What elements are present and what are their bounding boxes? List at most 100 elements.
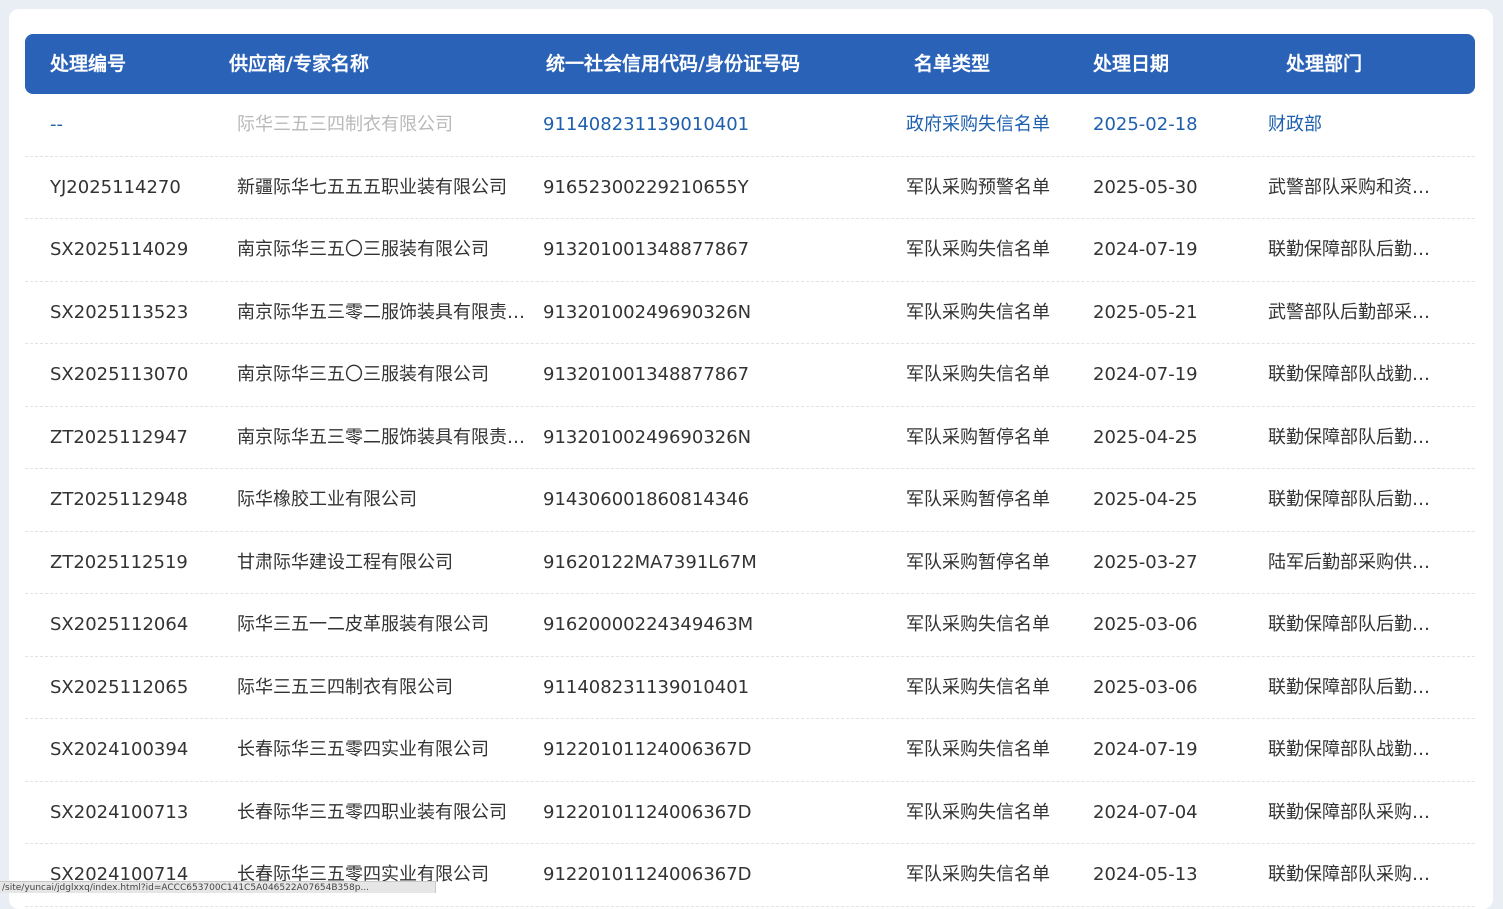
cell-date[interactable]: 2025-05-30 xyxy=(1093,157,1233,219)
table-row[interactable]: YJ2025114270 新疆际华七五五五职业装有限公司 9165230022921… xyxy=(25,157,1475,219)
cell-list-type[interactable]: 军队采购失信名单 xyxy=(906,219,1076,281)
cell-supplier-name[interactable]: 长春际华三五零四实业有限公司 xyxy=(237,844,533,906)
cell-department[interactable]: 联勤保障部队后勤部... xyxy=(1268,469,1444,531)
cell-case-number[interactable]: ZT2025112948 xyxy=(50,469,230,531)
cell-list-type[interactable]: 军队采购预警名单 xyxy=(906,157,1076,219)
cell-list-type[interactable]: 政府采购失信名单 xyxy=(906,94,1076,156)
cell-credit-code[interactable]: 911408231139010401 xyxy=(543,657,883,719)
cell-case-number[interactable]: -- xyxy=(50,94,230,156)
cell-case-number[interactable]: ZT2025112947 xyxy=(50,407,230,469)
status-bar-url: /site/yuncai/jdglxxq/index.html?id=ACCC6… xyxy=(0,881,436,893)
cell-case-number[interactable]: SX2025112065 xyxy=(50,657,230,719)
cell-date[interactable]: 2025-03-27 xyxy=(1093,532,1233,594)
table-row[interactable]: SX2025112064 际华三五一二皮革服装有限公司 91620000224349… xyxy=(25,594,1475,657)
cell-date[interactable]: 2025-04-25 xyxy=(1093,469,1233,531)
cell-list-type[interactable]: 军队采购暂停名单 xyxy=(906,407,1076,469)
header-credit-code: 统一社会信用代码/身份证号码 xyxy=(546,53,800,75)
cell-credit-code[interactable]: 91652300229210655Y xyxy=(543,157,883,219)
cell-list-type[interactable]: 军队采购失信名单 xyxy=(906,782,1076,844)
cell-department[interactable]: 联勤保障部队采购计... xyxy=(1268,782,1444,844)
cell-supplier-name[interactable]: 际华三五一二皮革服装有限公司 xyxy=(237,594,533,656)
cell-credit-code[interactable]: 91220101124006367D xyxy=(543,782,883,844)
cell-list-type[interactable]: 军队采购暂停名单 xyxy=(906,532,1076,594)
table-body: -- 际华三五三四制衣有限公司 911408231139010401 政府采购失信名单… xyxy=(25,94,1475,907)
cell-supplier-name[interactable]: 际华三五三四制衣有限公司 xyxy=(237,657,533,719)
table-row[interactable]: SX2025112065 际华三五三四制衣有限公司 9114082311390104… xyxy=(25,657,1475,719)
cell-credit-code[interactable]: 911408231139010401 xyxy=(543,94,883,156)
cell-date[interactable]: 2025-04-25 xyxy=(1093,407,1233,469)
header-list-type: 名单类型 xyxy=(914,53,991,75)
cell-case-number[interactable]: SX2024100394 xyxy=(50,719,230,781)
cell-supplier-name[interactable]: 长春际华三五零四职业装有限公司 xyxy=(237,782,533,844)
cell-list-type[interactable]: 军队采购失信名单 xyxy=(906,282,1076,344)
cell-date[interactable]: 2025-03-06 xyxy=(1093,657,1233,719)
cell-case-number[interactable]: SX2024100714 xyxy=(50,844,230,906)
cell-date[interactable]: 2024-07-19 xyxy=(1093,219,1233,281)
cell-date[interactable]: 2025-02-18 xyxy=(1093,94,1233,156)
cell-supplier-name[interactable]: 际华三五三四制衣有限公司 xyxy=(237,94,533,156)
table-row[interactable]: -- 际华三五三四制衣有限公司 911408231139010401 政府采购失信名单… xyxy=(25,94,1475,157)
cell-date[interactable]: 2024-07-19 xyxy=(1093,344,1233,406)
cell-list-type[interactable]: 军队采购失信名单 xyxy=(906,657,1076,719)
cell-supplier-name[interactable]: 南京际华三五〇三服装有限公司 xyxy=(237,344,533,406)
cell-credit-code[interactable]: 913201001348877867 xyxy=(543,344,883,406)
cell-case-number[interactable]: ZT2025112519 xyxy=(50,532,230,594)
cell-list-type[interactable]: 军队采购失信名单 xyxy=(906,344,1076,406)
header-case-number: 处理编号 xyxy=(50,53,127,75)
cell-department[interactable]: 联勤保障部队后勤部... xyxy=(1268,407,1444,469)
table-row[interactable]: SX2024100713 长春际华三五零四职业装有限公司 9122010112400… xyxy=(25,782,1475,844)
table-row[interactable]: SX2025113070 南京际华三五〇三服装有限公司 91320100134887… xyxy=(25,344,1475,407)
cell-supplier-name[interactable]: 际华橡胶工业有限公司 xyxy=(237,469,533,531)
cell-case-number[interactable]: SX2025112064 xyxy=(50,594,230,656)
header-department: 处理部门 xyxy=(1286,53,1363,75)
cell-supplier-name[interactable]: 南京际华五三零二服饰装具有限责任... xyxy=(237,407,533,469)
cell-department[interactable]: 财政部 xyxy=(1268,94,1444,156)
cell-case-number[interactable]: SX2025113070 xyxy=(50,344,230,406)
cell-supplier-name[interactable]: 长春际华三五零四实业有限公司 xyxy=(237,719,533,781)
cell-date[interactable]: 2025-05-21 xyxy=(1093,282,1233,344)
cell-department[interactable]: 联勤保障部队后勤部... xyxy=(1268,594,1444,656)
cell-credit-code[interactable]: 91220101124006367D xyxy=(543,844,883,906)
cell-list-type[interactable]: 军队采购失信名单 xyxy=(906,594,1076,656)
cell-case-number[interactable]: YJ2025114270 xyxy=(50,157,230,219)
cell-department[interactable]: 武警部队后勤部采购... xyxy=(1268,282,1444,344)
cell-supplier-name[interactable]: 新疆际华七五五五职业装有限公司 xyxy=(237,157,533,219)
table-row[interactable]: SX2024100714 长春际华三五零四实业有限公司 91220101124006… xyxy=(25,844,1475,907)
cell-department[interactable]: 武警部队采购和资产... xyxy=(1268,157,1444,219)
table-header: 处理编号 供应商/专家名称 统一社会信用代码/身份证号码 名单类型 处理日期 处… xyxy=(25,34,1475,94)
cell-list-type[interactable]: 军队采购失信名单 xyxy=(906,844,1076,906)
cell-credit-code[interactable]: 91320100249690326N xyxy=(543,282,883,344)
cell-department[interactable]: 陆军后勤部采购供应局 xyxy=(1268,532,1444,594)
cell-supplier-name[interactable]: 南京际华五三零二服饰装具有限责任... xyxy=(237,282,533,344)
table-row[interactable]: ZT2025112519 甘肃际华建设工程有限公司 91620122MA7391L6… xyxy=(25,532,1475,594)
cell-date[interactable]: 2024-05-13 xyxy=(1093,844,1233,906)
cell-date[interactable]: 2024-07-19 xyxy=(1093,719,1233,781)
table-row[interactable]: SX2025114029 南京际华三五〇三服装有限公司 91320100134887… xyxy=(25,219,1475,282)
cell-list-type[interactable]: 军队采购暂停名单 xyxy=(906,469,1076,531)
cell-case-number[interactable]: SX2025113523 xyxy=(50,282,230,344)
table-row[interactable]: SX2025113523 南京际华五三零二服饰装具有限责任... 913201002… xyxy=(25,282,1475,344)
table-row[interactable]: ZT2025112948 际华橡胶工业有限公司 914306001860814346… xyxy=(25,469,1475,532)
cell-credit-code[interactable]: 914306001860814346 xyxy=(543,469,883,531)
cell-date[interactable]: 2025-03-06 xyxy=(1093,594,1233,656)
table-row[interactable]: SX2024100394 长春际华三五零四实业有限公司 91220101124006… xyxy=(25,719,1475,782)
cell-department[interactable]: 联勤保障部队战勤部... xyxy=(1268,344,1444,406)
cell-credit-code[interactable]: 91620000224349463M xyxy=(543,594,883,656)
blacklist-table: 处理编号 供应商/专家名称 统一社会信用代码/身份证号码 名单类型 处理日期 处… xyxy=(25,34,1475,907)
cell-case-number[interactable]: SX2025114029 xyxy=(50,219,230,281)
cell-credit-code[interactable]: 91220101124006367D xyxy=(543,719,883,781)
cell-credit-code[interactable]: 91620122MA7391L67M xyxy=(543,532,883,594)
cell-supplier-name[interactable]: 南京际华三五〇三服装有限公司 xyxy=(237,219,533,281)
cell-department[interactable]: 联勤保障部队后勤部... xyxy=(1268,219,1444,281)
cell-list-type[interactable]: 军队采购失信名单 xyxy=(906,719,1076,781)
table-row[interactable]: ZT2025112947 南京际华五三零二服饰装具有限责任... 913201002… xyxy=(25,407,1475,469)
cell-department[interactable]: 联勤保障部队后勤部... xyxy=(1268,657,1444,719)
cell-supplier-name[interactable]: 甘肃际华建设工程有限公司 xyxy=(237,532,533,594)
cell-department[interactable]: 联勤保障部队采购计... xyxy=(1268,844,1444,906)
cell-credit-code[interactable]: 913201001348877867 xyxy=(543,219,883,281)
cell-case-number[interactable]: SX2024100713 xyxy=(50,782,230,844)
cell-department[interactable]: 联勤保障部队战勤部... xyxy=(1268,719,1444,781)
cell-date[interactable]: 2024-07-04 xyxy=(1093,782,1233,844)
header-supplier-name: 供应商/专家名称 xyxy=(229,53,369,75)
cell-credit-code[interactable]: 91320100249690326N xyxy=(543,407,883,469)
